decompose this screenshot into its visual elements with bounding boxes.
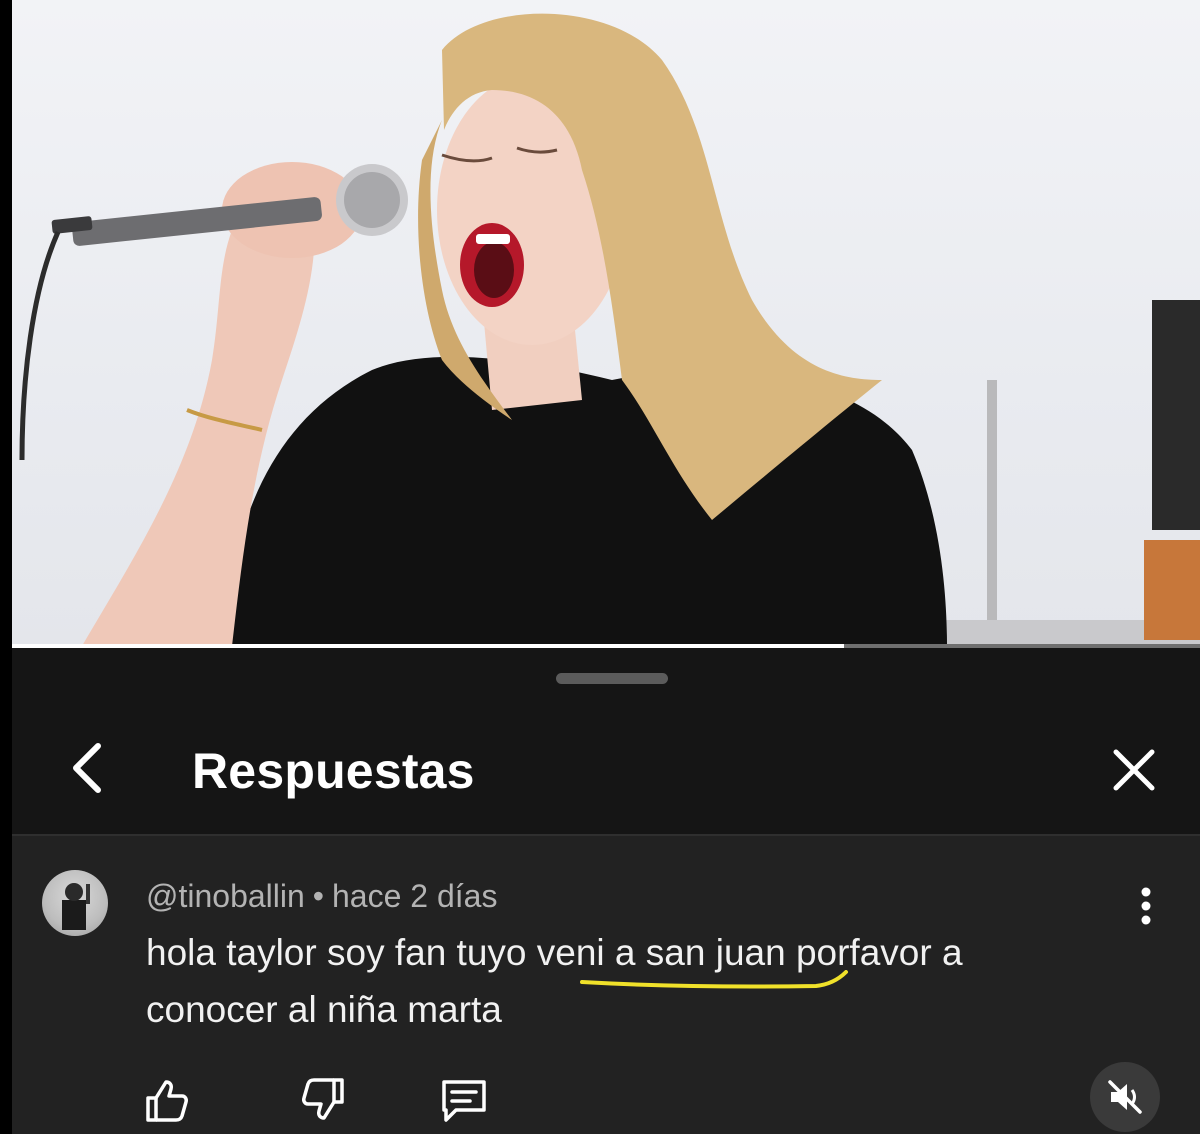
- more-vertical-icon: [1141, 887, 1151, 925]
- sheet-header: Respuestas: [12, 708, 1200, 834]
- meta-separator: •: [312, 878, 324, 914]
- chevron-left-icon: [73, 743, 101, 793]
- avatar[interactable]: [42, 870, 108, 936]
- avatar-image: [62, 883, 90, 930]
- thumbs-down-icon: [302, 1078, 344, 1120]
- sheet-title: Respuestas: [192, 743, 475, 799]
- close-icon: [1113, 749, 1155, 791]
- comment-actions: [12, 1072, 1200, 1134]
- dislike-button[interactable]: [296, 1072, 352, 1128]
- back-button[interactable]: [60, 738, 116, 798]
- mute-button[interactable]: [1090, 1062, 1160, 1132]
- comment-author[interactable]: @tinoballin: [146, 878, 305, 914]
- highlight-underline: [580, 970, 848, 989]
- comment-item: @tinoballin • hace 2 días hola taylor soy …: [12, 836, 1200, 1134]
- comment-meta: @tinoballin • hace 2 días: [146, 878, 497, 915]
- like-button[interactable]: [138, 1072, 194, 1128]
- replies-sheet: Respuestas @tinoballin • hace 2 días hol…: [12, 648, 1200, 1134]
- thumbs-up-icon: [146, 1080, 188, 1122]
- left-edge: [0, 0, 12, 1134]
- video-player[interactable]: [12, 0, 1200, 646]
- more-options-button[interactable]: [1128, 884, 1164, 928]
- volume-muted-icon: [1108, 1080, 1142, 1114]
- close-button[interactable]: [1106, 742, 1162, 798]
- video-frame: [19, 13, 1200, 646]
- comment-time: hace 2 días: [332, 878, 498, 914]
- reply-button[interactable]: [436, 1072, 492, 1128]
- reply-comment-icon: [442, 1080, 486, 1122]
- sheet-drag-handle[interactable]: [556, 673, 668, 684]
